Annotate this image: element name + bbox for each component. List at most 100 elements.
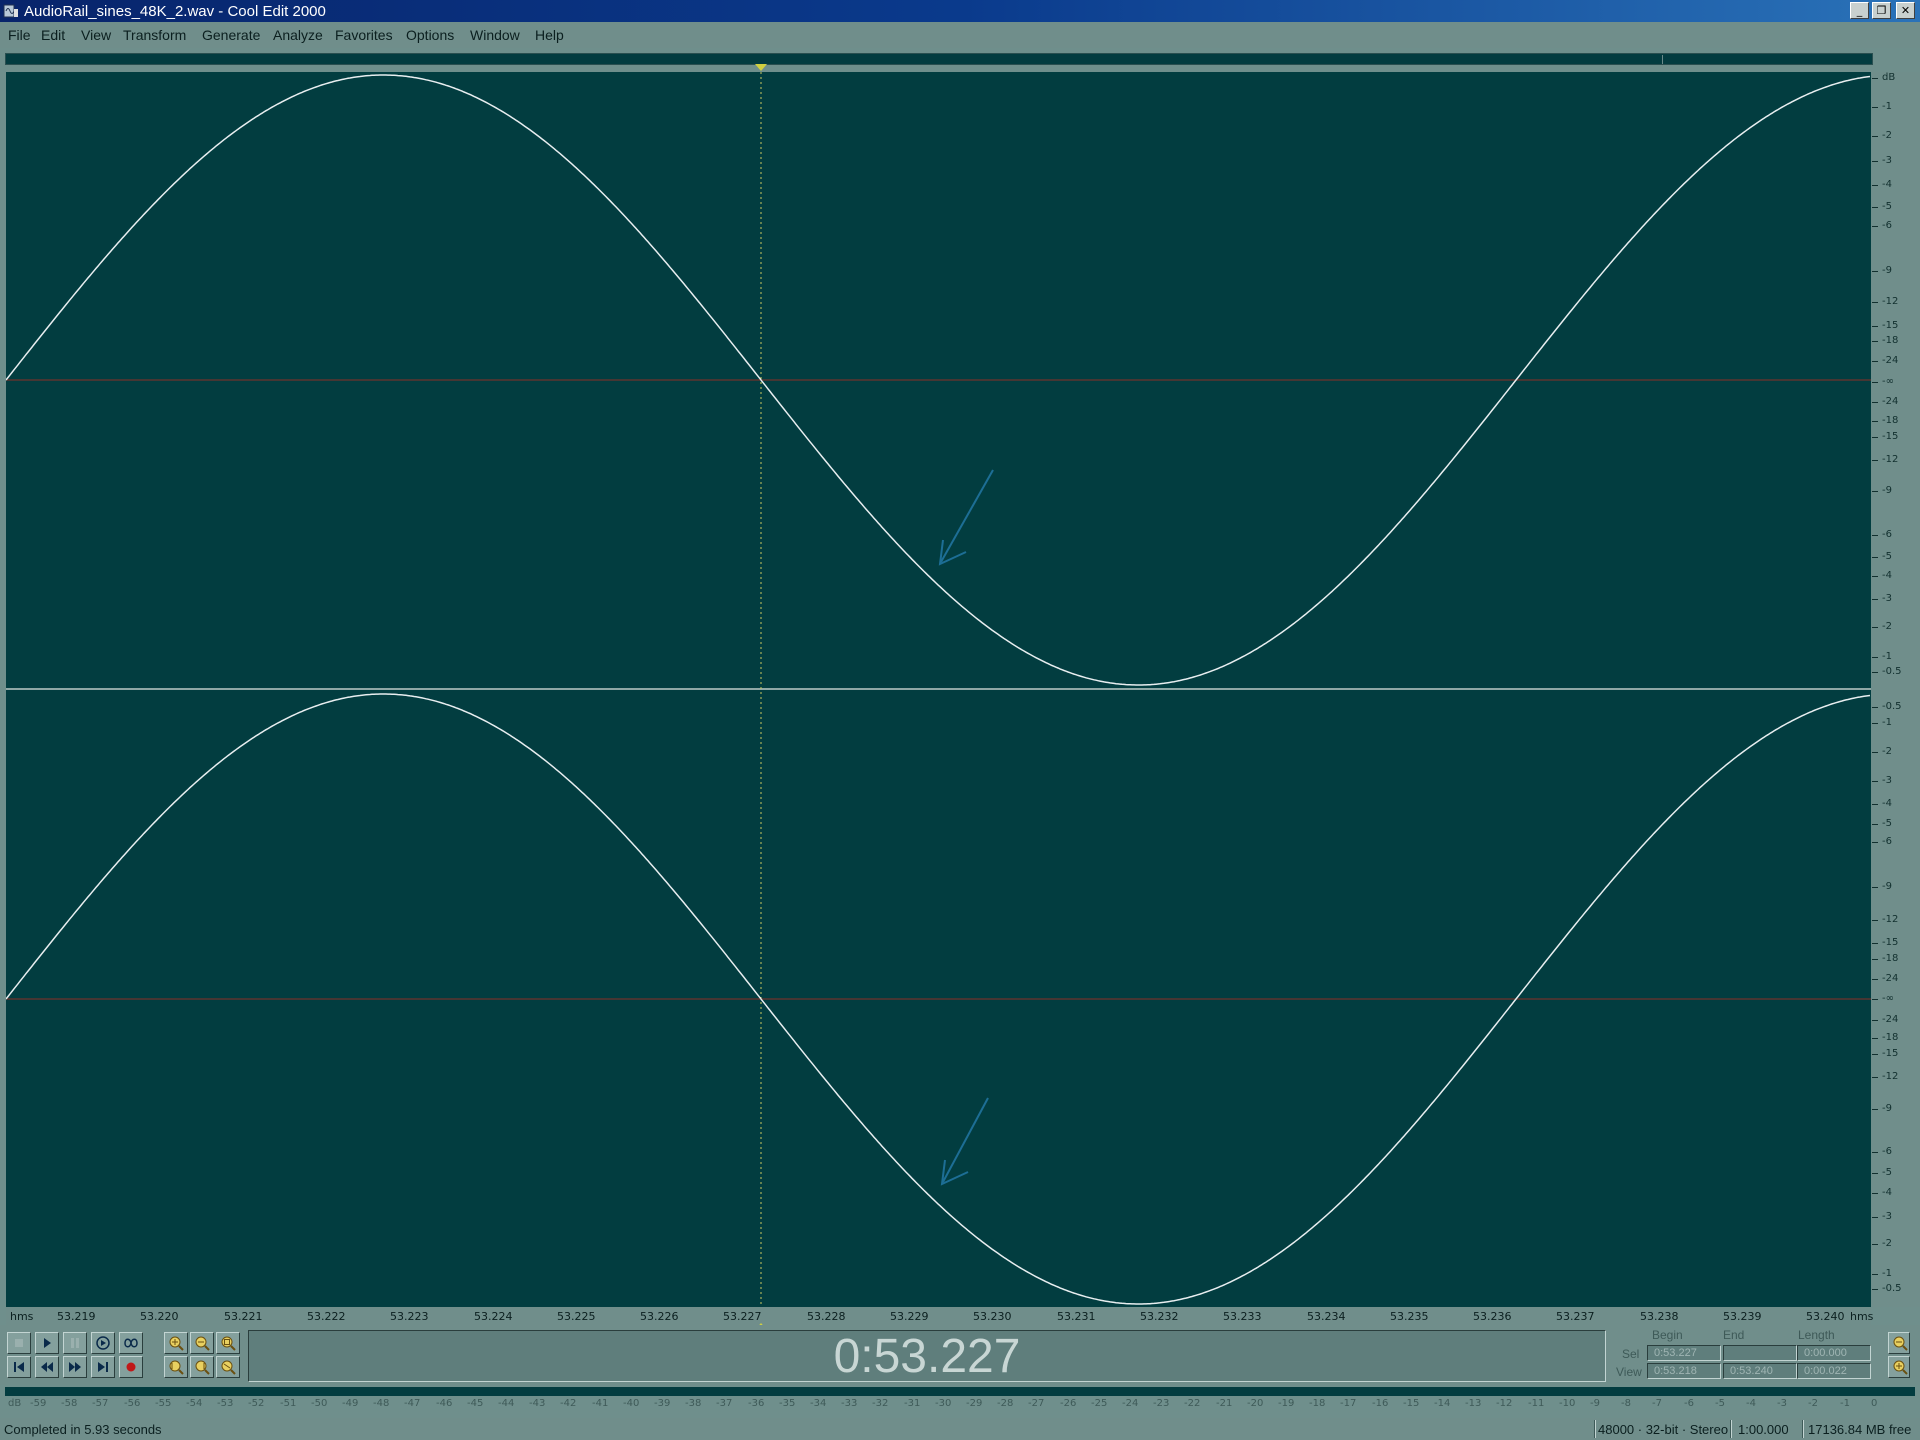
ruler-label: 53.233 — [1223, 1310, 1262, 1323]
db-scale-tick — [1872, 421, 1878, 422]
menu-generate[interactable]: Generate — [202, 27, 260, 43]
waveform-canvas[interactable] — [6, 72, 1871, 1307]
overview-bar[interactable] — [5, 53, 1873, 65]
cursor-top-marker[interactable] — [755, 64, 767, 72]
ruler-label: 53.230 — [973, 1310, 1012, 1323]
db-scale-tick — [1872, 326, 1878, 327]
db-scale-label: -3 — [1882, 155, 1892, 166]
db-scale-tick — [1872, 1152, 1878, 1153]
meter-unit: dB — [8, 1398, 22, 1409]
go-to-end-button[interactable] — [91, 1356, 115, 1378]
meter-label: -57 — [92, 1398, 109, 1409]
ruler-unit-left: hms — [10, 1310, 34, 1323]
go-to-start-button[interactable] — [7, 1356, 31, 1378]
zoom-out-vertical-icon — [1893, 1336, 1908, 1351]
meter-label: -20 — [1247, 1398, 1264, 1409]
ruler-label: 53.227 — [723, 1310, 762, 1323]
menu-view[interactable]: View — [81, 27, 111, 43]
zoom-in-vertical-button[interactable] — [1888, 1356, 1910, 1378]
restore-button[interactable]: ❐ — [1872, 2, 1891, 19]
db-scale-tick — [1872, 979, 1878, 980]
fast-forward-button[interactable] — [63, 1356, 87, 1378]
rewind-button[interactable] — [35, 1356, 59, 1378]
menu-help[interactable]: Help — [535, 27, 564, 43]
sel-length-field[interactable]: 0:00.000 — [1797, 1345, 1871, 1361]
zoom-in-horizontal-button[interactable] — [164, 1332, 188, 1354]
ruler-label: 53.220 — [140, 1310, 179, 1323]
stop-button[interactable] — [7, 1332, 31, 1354]
db-scale-label: -9 — [1882, 1103, 1892, 1114]
db-scale-label: -12 — [1882, 454, 1899, 465]
meter-label: -53 — [217, 1398, 234, 1409]
level-meter — [5, 1387, 1915, 1396]
app-icon[interactable] — [3, 3, 19, 19]
meter-label: -37 — [716, 1398, 733, 1409]
db-scale-label: -2 — [1882, 621, 1892, 632]
play-to-end-icon — [96, 1336, 110, 1350]
menu-analyze[interactable]: Analyze — [273, 27, 323, 43]
record-button[interactable] — [119, 1356, 143, 1378]
meter-label: -3 — [1777, 1398, 1787, 1409]
db-scale-label: -∞ — [1882, 376, 1894, 387]
menu-window[interactable]: Window — [470, 27, 520, 43]
menu-options[interactable]: Options — [406, 27, 454, 43]
menu-edit[interactable]: Edit — [41, 27, 65, 43]
db-scale-label: -12 — [1882, 1071, 1899, 1082]
zoom-to-left-button[interactable] — [164, 1356, 188, 1378]
db-scale-tick — [1872, 557, 1878, 558]
db-scale-tick — [1872, 78, 1878, 79]
db-scale-label: -5 — [1882, 551, 1892, 562]
time-display: 0:53.227 — [248, 1330, 1606, 1383]
zoom-out-vertical-button[interactable] — [1888, 1332, 1910, 1354]
meter-label: -15 — [1403, 1398, 1420, 1409]
db-scale-label: -5 — [1882, 818, 1892, 829]
view-length-field[interactable]: 0:00.022 — [1797, 1363, 1871, 1379]
db-scale-tick — [1872, 672, 1878, 673]
close-button[interactable]: ✕ — [1896, 2, 1915, 19]
waveform-display[interactable] — [6, 72, 1871, 1307]
zoom-out-horizontal-button[interactable] — [190, 1332, 214, 1354]
db-scale-tick — [1872, 361, 1878, 362]
db-scale-tick — [1872, 1054, 1878, 1055]
sel-begin-field[interactable]: 0:53.227 — [1647, 1345, 1721, 1361]
db-scale-tick — [1872, 136, 1878, 137]
db-scale-tick — [1872, 824, 1878, 825]
status-message: Completed in 5.93 seconds — [4, 1422, 162, 1437]
minimize-button[interactable]: _ — [1850, 2, 1869, 19]
zoom-full-button[interactable] — [216, 1332, 240, 1354]
db-scale-label: -4 — [1882, 1187, 1892, 1198]
db-scale-tick — [1872, 402, 1878, 403]
zoom-selection-button[interactable] — [216, 1356, 240, 1378]
meter-label: -10 — [1559, 1398, 1576, 1409]
db-scale-label: -24 — [1882, 1014, 1899, 1025]
zoom-selection-icon — [221, 1360, 236, 1375]
ruler-label: 53.235 — [1390, 1310, 1429, 1323]
zoom-to-right-button[interactable] — [190, 1356, 214, 1378]
db-scale-tick — [1872, 804, 1878, 805]
db-scale-label: -4 — [1882, 798, 1892, 809]
view-begin-field[interactable]: 0:53.218 — [1647, 1363, 1721, 1379]
meter-label: -24 — [1122, 1398, 1139, 1409]
meter-label: -56 — [124, 1398, 141, 1409]
play-to-end-button[interactable] — [91, 1332, 115, 1354]
play-button[interactable] — [35, 1332, 59, 1354]
meter-label: -50 — [311, 1398, 328, 1409]
ruler-label: 53.240 — [1806, 1310, 1845, 1323]
view-end-field[interactable]: 0:53.240 — [1723, 1363, 1797, 1379]
db-scale-tick — [1872, 1244, 1878, 1245]
go-to-start-icon — [14, 1362, 24, 1372]
pause-button[interactable] — [63, 1332, 87, 1354]
sel-end-field[interactable] — [1723, 1345, 1797, 1361]
ruler-label: 53.237 — [1556, 1310, 1595, 1323]
ruler-label: 53.231 — [1057, 1310, 1096, 1323]
menu-file[interactable]: File — [8, 27, 31, 43]
menu-favorites[interactable]: Favorites — [335, 27, 393, 43]
db-scale-tick — [1872, 1077, 1878, 1078]
meter-label: -46 — [436, 1398, 453, 1409]
db-scale-label: -15 — [1882, 937, 1899, 948]
ruler-label: 53.223 — [390, 1310, 429, 1323]
db-scale-label: -12 — [1882, 296, 1899, 307]
menu-transform[interactable]: Transform — [123, 27, 186, 43]
meter-label: -34 — [810, 1398, 827, 1409]
loop-button[interactable] — [119, 1332, 143, 1354]
